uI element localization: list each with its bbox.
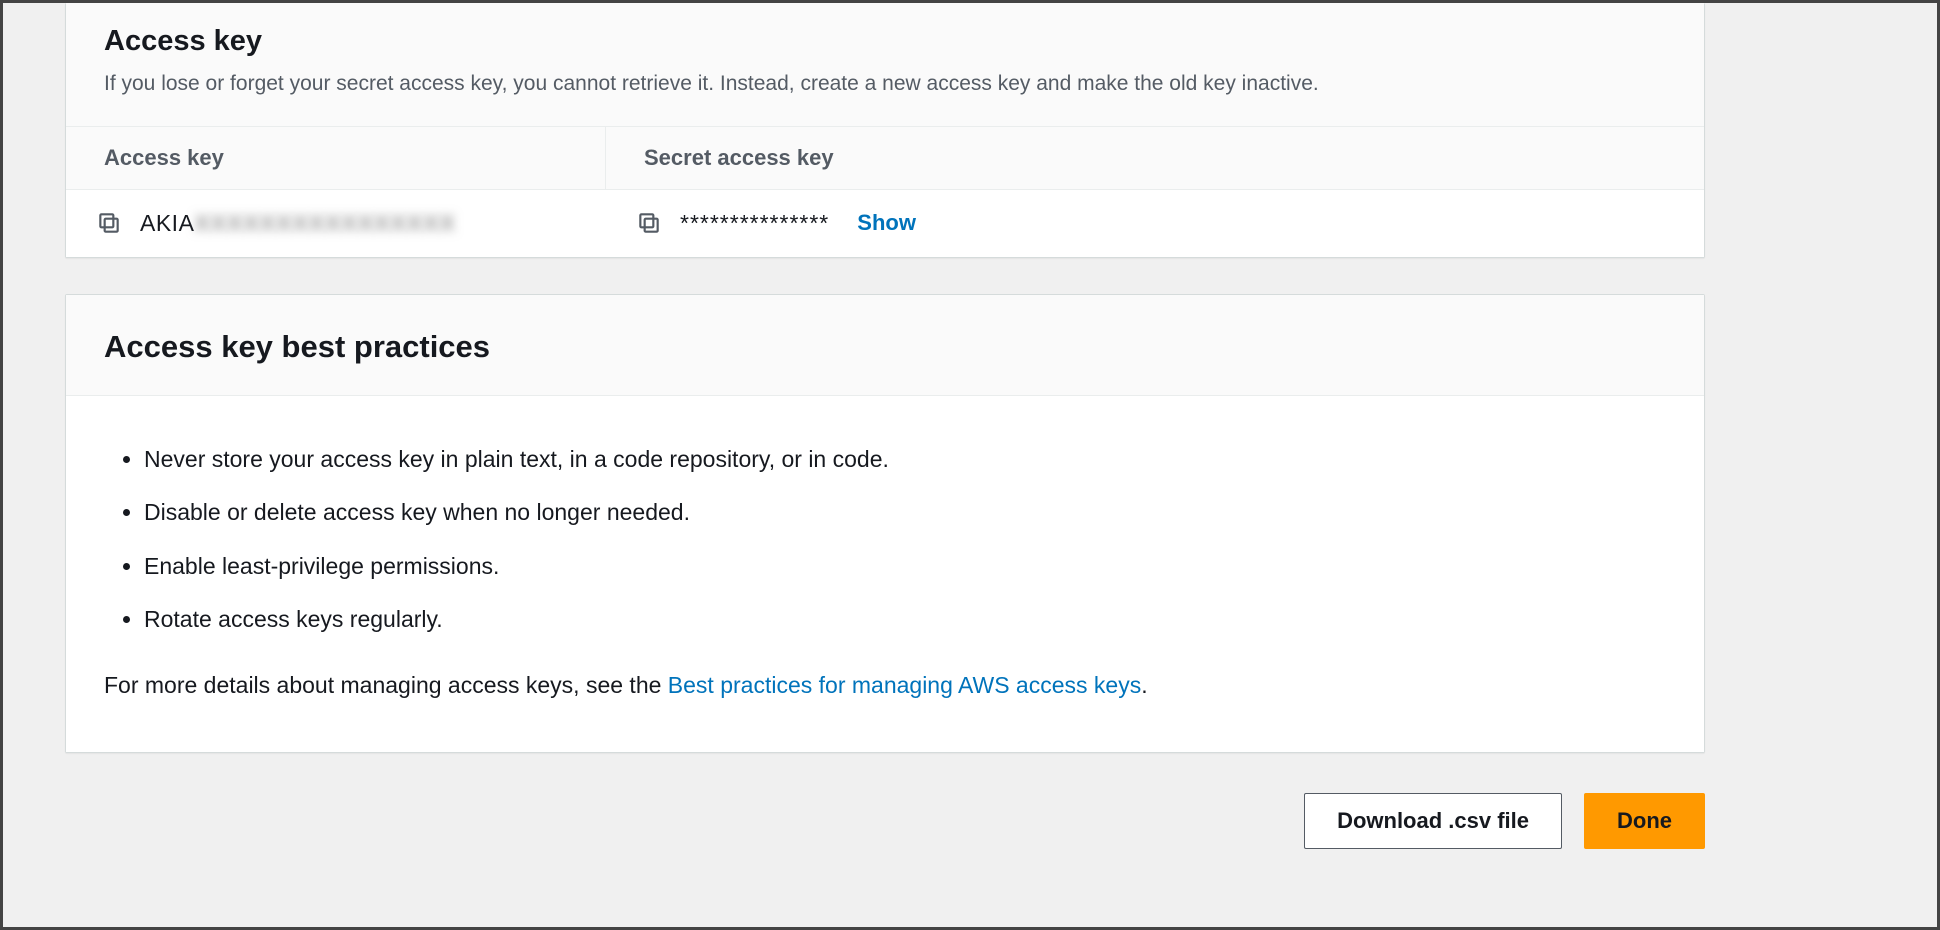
content-wrap: Access key If you lose or forget your se… (65, 3, 1705, 849)
copy-icon[interactable] (636, 210, 662, 236)
more-prefix: For more details about managing access k… (104, 672, 668, 698)
footer-actions: Download .csv file Done (65, 793, 1705, 849)
more-suffix: . (1141, 672, 1147, 698)
access-key-id-prefix: AKIA (140, 210, 194, 236)
access-key-id-redacted: XXXXXXXXXXXXXXXX (194, 210, 455, 237)
access-key-panel: Access key If you lose or forget your se… (65, 3, 1705, 258)
list-item: Enable least-privilege permissions. (144, 549, 1666, 585)
access-key-subtext: If you lose or forget your secret access… (104, 68, 1666, 100)
col-secret-key: Secret access key (606, 127, 1704, 189)
done-button[interactable]: Done (1584, 793, 1705, 849)
best-practices-body: Never store your access key in plain tex… (66, 396, 1704, 752)
show-secret-link[interactable]: Show (857, 210, 916, 236)
col-access-key: Access key (66, 127, 606, 189)
best-practices-panel: Access key best practices Never store yo… (65, 294, 1705, 753)
access-key-table-head: Access key Secret access key (66, 127, 1704, 190)
access-key-title: Access key (104, 25, 1666, 58)
best-practices-title: Access key best practices (104, 329, 1666, 365)
access-key-cell: AKIAXXXXXXXXXXXXXXXX (66, 190, 606, 257)
best-practices-list: Never store your access key in plain tex… (104, 442, 1666, 639)
list-item: Never store your access key in plain tex… (144, 442, 1666, 478)
access-key-table-row: AKIAXXXXXXXXXXXXXXXX *************** Sho… (66, 190, 1704, 257)
secret-key-cell: *************** Show (606, 190, 1704, 257)
download-csv-button[interactable]: Download .csv file (1304, 793, 1562, 849)
secret-key-masked: *************** (680, 210, 829, 237)
list-item: Disable or delete access key when no lon… (144, 495, 1666, 531)
page-root: Access key If you lose or forget your se… (3, 3, 1937, 849)
list-item: Rotate access keys regularly. (144, 602, 1666, 638)
access-key-panel-header: Access key If you lose or forget your se… (66, 3, 1704, 127)
best-practices-more: For more details about managing access k… (104, 668, 1666, 704)
access-key-id-value: AKIAXXXXXXXXXXXXXXXX (140, 210, 456, 237)
best-practices-link[interactable]: Best practices for managing AWS access k… (668, 672, 1141, 698)
copy-icon[interactable] (96, 210, 122, 236)
best-practices-header: Access key best practices (66, 295, 1704, 396)
